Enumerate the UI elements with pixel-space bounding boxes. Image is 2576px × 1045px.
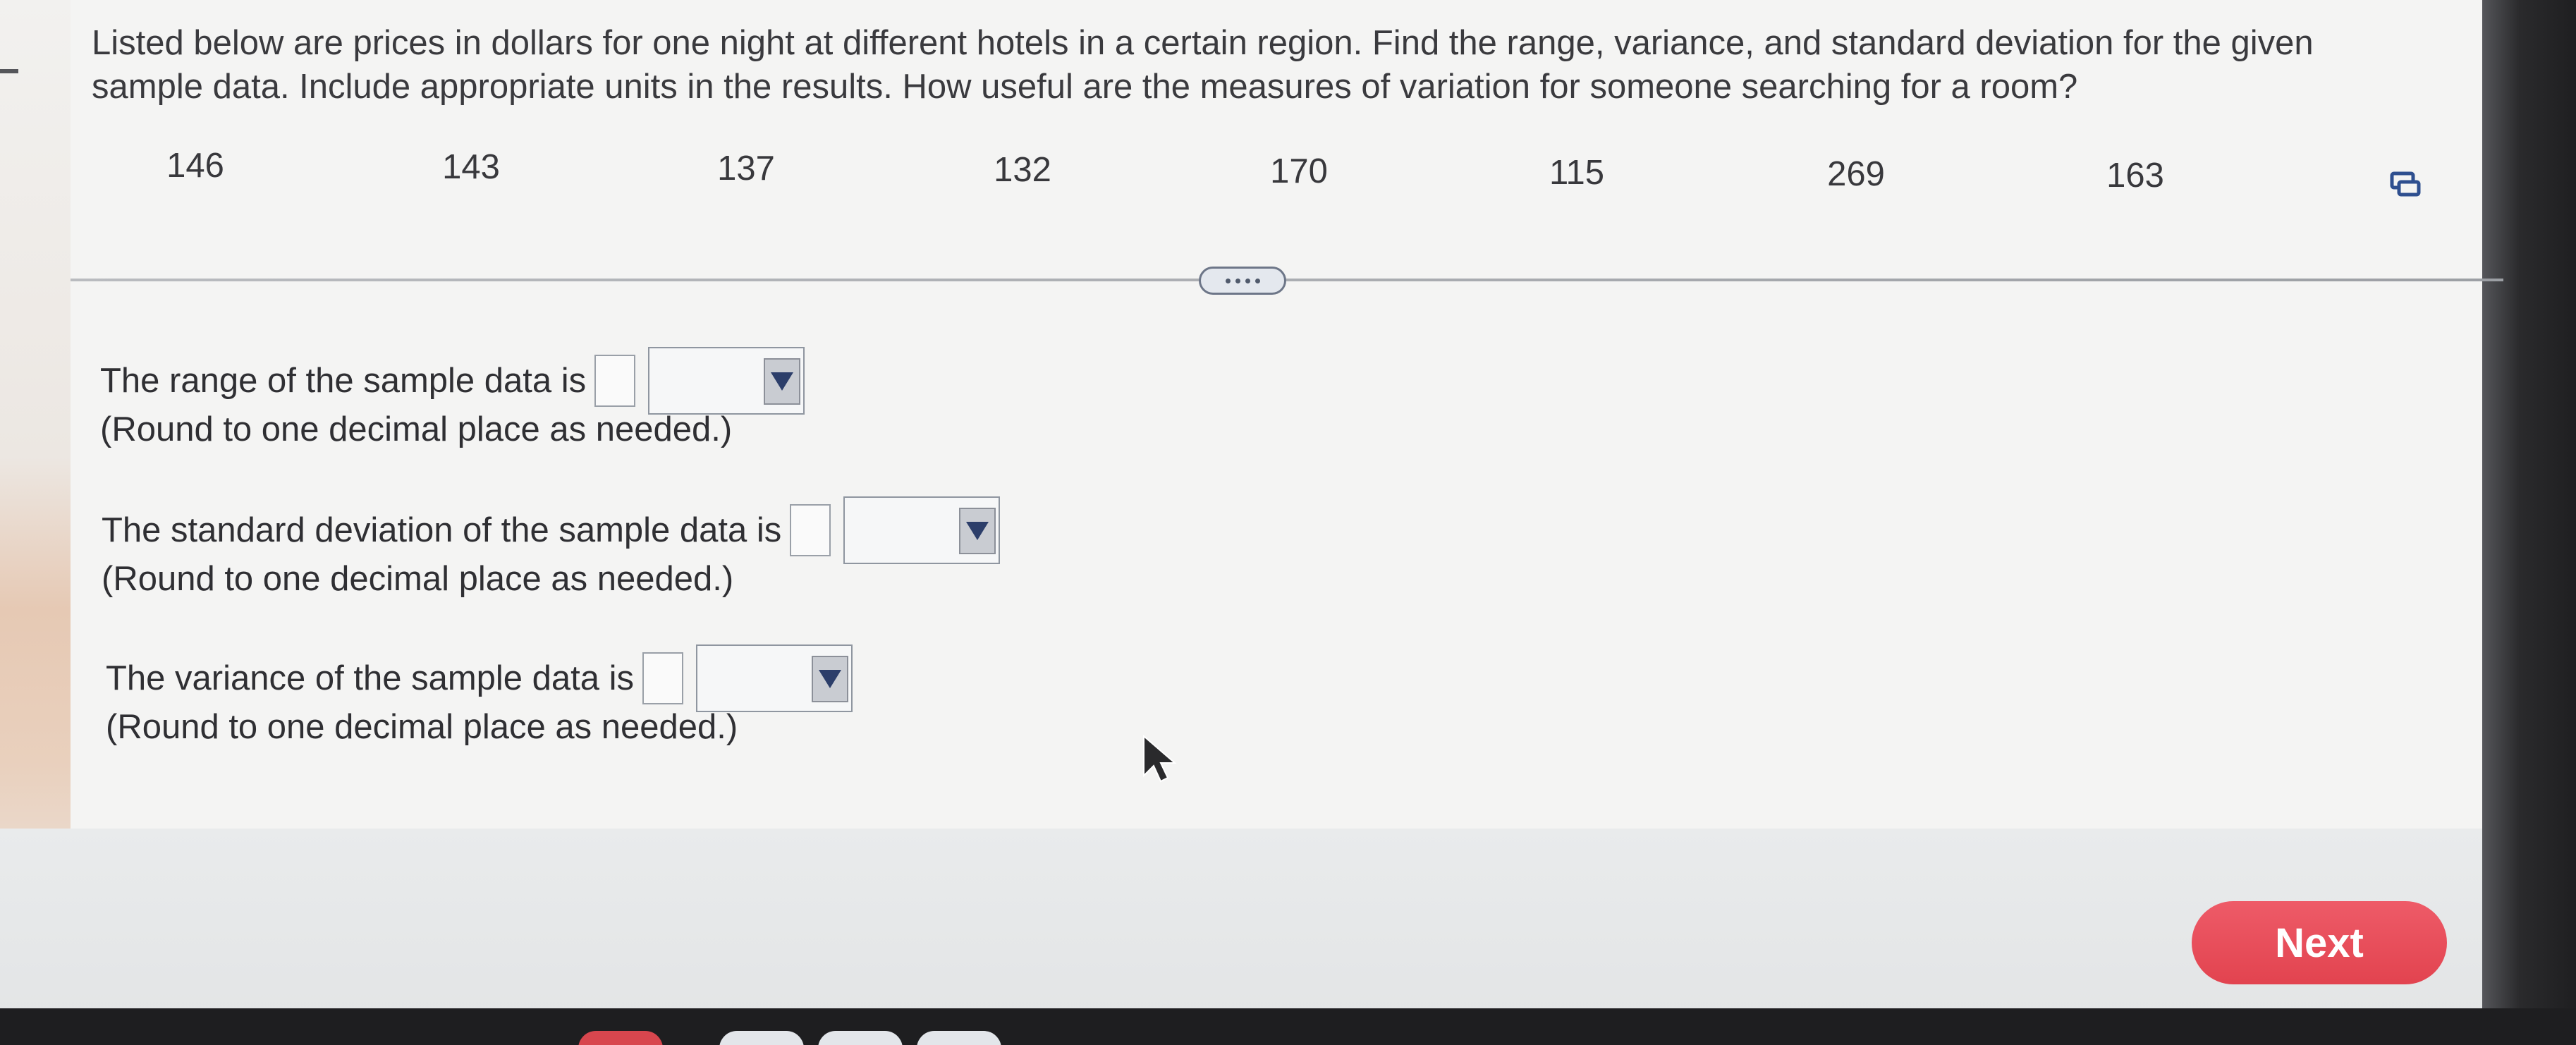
dock-icon: [719, 1031, 804, 1045]
data-value: 137: [717, 149, 775, 188]
data-value: 170: [1270, 152, 1328, 190]
data-value: 115: [1549, 154, 1605, 192]
data-value: 132: [994, 151, 1051, 189]
data-value: 269: [1827, 155, 1885, 193]
variance-hint: (Round to one decimal place as needed.): [106, 708, 738, 746]
footer-panel: [0, 829, 2482, 1015]
standard-deviation-hint: (Round to one decimal place as needed.): [102, 560, 734, 598]
dock-icon: [578, 1031, 663, 1045]
copy-data-icon[interactable]: [2389, 171, 2422, 199]
variance-prompt: The variance of the sample data is: [106, 659, 635, 697]
dropdown-arrow-icon[interactable]: [959, 508, 996, 554]
range-hint: (Round to one decimal place as needed.): [100, 410, 733, 448]
data-value: 143: [442, 148, 500, 186]
range-answer: The range of the sample data is (Round t…: [100, 347, 805, 449]
dock-icon: [818, 1031, 903, 1045]
standard-deviation-answer: The standard deviation of the sample dat…: [102, 496, 1001, 599]
edge-dash: [0, 69, 18, 73]
range-input[interactable]: [594, 355, 636, 407]
section-divider: [71, 279, 2503, 281]
variance-input[interactable]: [642, 652, 684, 704]
more-dots-icon: [1235, 278, 1240, 283]
next-button[interactable]: Next: [2192, 901, 2447, 984]
standard-deviation-input[interactable]: [790, 504, 831, 556]
dropdown-arrow-icon[interactable]: [812, 656, 849, 702]
screen-bezel-right: [2482, 0, 2576, 1045]
question-text: Listed below are prices in dollars for o…: [92, 24, 2314, 106]
more-dots-icon: [1245, 278, 1250, 283]
standard-deviation-unit-select[interactable]: [843, 496, 1001, 564]
screen-bezel-bottom: [0, 1008, 2576, 1045]
mouse-pointer-icon: [1143, 734, 1177, 783]
standard-deviation-prompt: The standard deviation of the sample dat…: [102, 511, 782, 549]
range-prompt: The range of the sample data is: [100, 362, 587, 400]
data-values-row: 146 143 137 132 170 115 269 163: [0, 145, 2468, 195]
more-dots-icon: [1255, 278, 1260, 283]
data-value: 163: [2106, 157, 2164, 195]
data-value: 146: [166, 147, 224, 185]
more-dots-icon: [1225, 278, 1231, 283]
variance-answer: The variance of the sample data is (Roun…: [106, 644, 853, 747]
dropdown-arrow-icon[interactable]: [764, 358, 801, 405]
dock-icon: [917, 1031, 1001, 1045]
range-unit-select[interactable]: [648, 347, 805, 415]
variance-unit-select[interactable]: [696, 644, 853, 712]
more-options-button[interactable]: [1199, 267, 1286, 295]
